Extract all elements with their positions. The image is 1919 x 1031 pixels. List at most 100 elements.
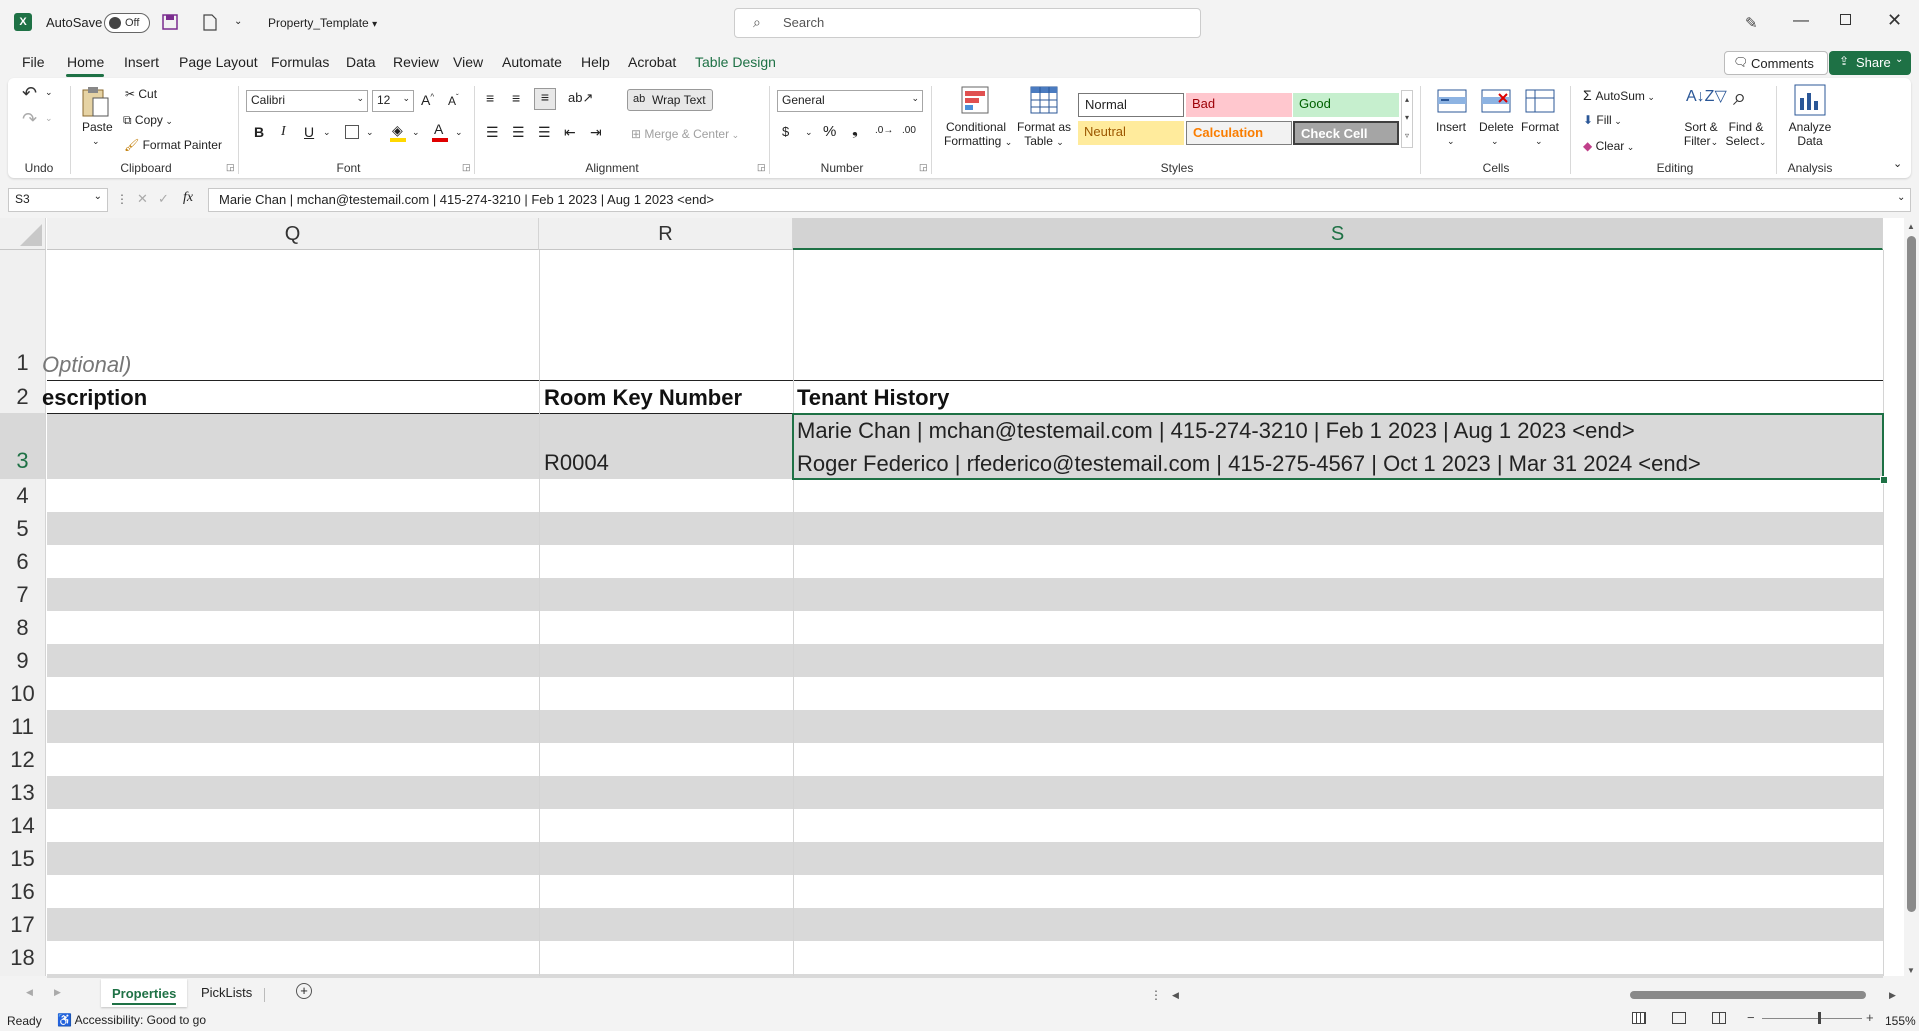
restore-icon[interactable] [1840,14,1851,25]
chevron-down-icon[interactable]: ⌄ [455,127,463,138]
select-all-corner[interactable] [0,218,46,250]
row-header-4[interactable]: 4 [0,479,46,512]
insert-cells-icon[interactable] [1437,86,1467,114]
chevron-down-icon[interactable]: ⌄ [45,87,53,98]
find-icon[interactable]: ⌕ [1733,84,1746,112]
conditional-formatting-button[interactable]: Conditional Formatting ⌄ [944,120,1012,148]
zoom-out-icon[interactable]: − [1747,1010,1755,1025]
align-left-icon[interactable]: ☰ [486,124,499,141]
vertical-scroll-thumb[interactable] [1907,236,1916,912]
format-as-table-icon[interactable] [1030,86,1058,114]
row-header-14[interactable]: 14 [0,809,46,842]
style-normal[interactable]: Normal [1078,93,1184,117]
conditional-formatting-icon[interactable] [961,86,989,114]
chevron-down-icon[interactable]: ⌄ [1491,136,1499,147]
delete-cells-icon[interactable] [1481,86,1511,114]
decrease-decimal-icon[interactable]: .00 [902,125,916,136]
search-input[interactable]: ⌕ Search [734,8,1201,38]
chevron-down-icon[interactable]: ⌄ [323,127,331,138]
cut-button[interactable]: ✂ Cut [125,87,157,101]
insert-function-icon[interactable]: fx [183,190,193,206]
sheet-tab-picklists[interactable]: PickLists [201,985,252,1000]
dialog-launcher-icon[interactable]: ◲ [919,162,928,173]
collapse-ribbon-icon[interactable]: ⌄ [1893,157,1902,170]
tab-view[interactable]: View [453,54,483,70]
add-sheet-icon[interactable]: + [296,983,312,999]
scroll-right-icon[interactable]: ▶ [1889,990,1896,1001]
tab-formulas[interactable]: Formulas [271,54,329,70]
row-header-12[interactable]: 12 [0,743,46,776]
cell-r2-header[interactable]: Room Key Number [544,385,742,411]
chevron-down-icon[interactable]: ⌄ [412,127,420,138]
quick-access-dropdown-icon[interactable]: ⌄ [234,16,242,27]
sort-filter-icon[interactable]: A↓Z▽ [1686,86,1727,106]
normal-view-icon[interactable] [1632,1012,1646,1024]
clear-button[interactable]: ◆ Clear ⌄ [1583,139,1634,153]
tab-home[interactable]: Home [67,54,104,70]
increase-indent-icon[interactable]: ⇥ [590,124,602,141]
next-sheet-icon[interactable]: ▶ [54,987,61,998]
fill-color-icon[interactable]: ◈ [392,122,403,139]
find-select-button[interactable]: Find & Select⌄ [1724,120,1768,148]
scroll-up-icon[interactable]: ▲ [1907,222,1915,231]
row-header-16[interactable]: 16 [0,875,46,908]
increase-decimal-icon[interactable]: .0→ [875,125,893,136]
style-good[interactable]: Good [1293,93,1399,117]
wrap-text-button[interactable]: ab Wrap Text [627,89,713,111]
tab-insert[interactable]: Insert [124,54,159,70]
style-bad[interactable]: Bad [1186,93,1292,117]
scroll-left-icon[interactable]: ◀ [1172,990,1179,1001]
borders-icon[interactable] [345,125,359,139]
align-top-icon[interactable]: ≡ [486,90,494,106]
orientation-icon[interactable]: ab↗ [568,90,593,106]
align-bottom-icon[interactable]: ≡ [534,88,556,110]
align-right-icon[interactable]: ☰ [538,124,551,141]
row-header-3[interactable]: 3 [0,413,46,479]
tab-help[interactable]: Help [581,54,610,70]
format-as-table-button[interactable]: Format as Table ⌄ [1014,120,1074,148]
tab-file[interactable]: File [22,54,45,70]
more-options-icon[interactable]: ⋮ [116,192,128,206]
more-options-icon[interactable]: ⋮ [1150,988,1162,1002]
row-header-1[interactable]: 1 [0,250,46,380]
analyze-data-icon[interactable] [1794,84,1826,116]
tab-data[interactable]: Data [346,54,376,70]
close-icon[interactable]: ✕ [1887,10,1902,31]
align-center-icon[interactable]: ☰ [512,124,525,141]
expand-formula-bar-icon[interactable]: ⌄ [1897,192,1905,203]
dialog-launcher-icon[interactable]: ◲ [462,162,471,173]
page-layout-view-icon[interactable] [1672,1012,1686,1024]
tab-review[interactable]: Review [393,54,439,70]
zoom-slider-thumb[interactable] [1818,1012,1821,1024]
tab-automate[interactable]: Automate [502,54,562,70]
share-button[interactable]: ⇪ Share ⌄ [1829,51,1911,75]
row-header-11[interactable]: 11 [0,710,46,743]
bold-icon[interactable]: B [254,124,264,140]
undo-icon[interactable]: ↶ [22,83,37,104]
pen-icon[interactable]: ✎ [1745,14,1758,32]
copy-button[interactable]: ⧉ Copy ⌄ [123,113,173,128]
chevron-down-icon[interactable]: ⌄ [805,127,813,138]
cell-q2-header[interactable]: escription [42,385,147,411]
fill-handle[interactable] [1880,476,1888,484]
name-box[interactable]: S3 ⌄ [8,188,108,212]
column-header-r[interactable]: R [539,218,793,250]
row-header-15[interactable]: 15 [0,842,46,875]
autosave-toggle[interactable]: Off [104,13,150,33]
cell-s2-header[interactable]: Tenant History [797,385,949,411]
comments-button[interactable]: 🗨 Comments [1724,51,1828,75]
format-painter-button[interactable]: 🖌 Format Painter [124,138,222,152]
chevron-down-icon[interactable]: ⌄ [366,127,374,138]
font-name-select[interactable]: Calibri ⌄ [246,90,368,112]
tab-page-layout[interactable]: Page Layout [179,54,258,70]
row-header-8[interactable]: 8 [0,611,46,644]
align-middle-icon[interactable]: ≡ [512,90,520,106]
column-header-s[interactable]: S [793,218,1883,250]
row-header-2[interactable]: 2 [0,380,46,413]
cell-r3[interactable]: R0004 [544,450,609,476]
delete-cells-label[interactable]: Delete [1479,120,1514,134]
decrease-indent-icon[interactable]: ⇤ [564,124,576,141]
prev-sheet-icon[interactable]: ◀ [26,987,33,998]
zoom-slider[interactable] [1762,1018,1862,1019]
minimize-icon[interactable]: — [1793,12,1809,30]
